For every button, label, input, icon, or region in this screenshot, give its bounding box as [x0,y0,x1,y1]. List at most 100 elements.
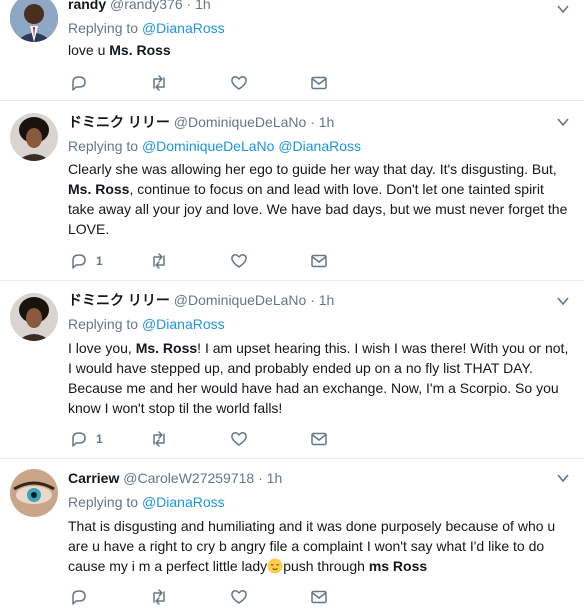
avatar[interactable] [10,469,58,517]
like-button[interactable] [230,587,248,607]
tweet-text-part: I love you, [68,340,136,356]
tweet-dominique-1[interactable]: ドミニク リリー @DominiqueDeLaNo · 1h Replying … [0,101,584,281]
envelope-icon [311,590,327,604]
replying-to: Replying to @DianaRoss [68,315,225,333]
replying-prefix: Replying to [68,316,139,332]
timestamp[interactable]: 1h [267,470,283,486]
replying-prefix: Replying to [68,20,139,36]
chevron-down-icon[interactable] [556,115,570,129]
separator-dot: · [310,114,315,130]
timestamp[interactable]: 1h [319,292,335,308]
tweet-actions: 1 [68,251,548,271]
retweet-button[interactable] [150,73,168,93]
replying-to-link[interactable]: @DianaRoss [142,494,225,510]
envelope-icon [311,76,327,90]
relieved-face-emoji [267,558,283,574]
reply-icon [72,76,86,91]
display-name[interactable]: randy [68,0,106,12]
like-button[interactable] [230,73,248,93]
avatar[interactable] [10,293,58,341]
retweet-button[interactable] [150,251,168,271]
tweet-header: randy @randy376 · 1h [68,0,211,13]
user-handle[interactable]: @randy376 [110,0,183,12]
avatar-photo [10,469,58,517]
reply-count: 1 [96,254,103,268]
heart-icon [231,432,247,446]
chevron-down-icon[interactable] [556,2,570,16]
retweet-icon [153,589,165,605]
direct-message-button[interactable] [310,73,328,93]
reply-icon [72,254,86,269]
avatar-photo [10,0,58,42]
tweet-text-highlight: Ms. Ross [109,42,171,58]
reply-icon [72,590,86,605]
replying-to-link[interactable]: @DianaRoss [142,316,225,332]
tweet-header: ドミニク リリー @DominiqueDeLaNo · 1h [68,113,334,131]
replying-to-link[interactable]: @DianaRoss [142,20,225,36]
retweet-icon [153,431,165,447]
envelope-icon [311,432,327,446]
tweet-text-part: Clearly she was allowing her ego to guid… [68,161,557,177]
avatar[interactable] [10,113,58,161]
tweet-text: I love you, Ms. Ross! I am upset hearing… [68,338,573,418]
tweet-actions [68,587,548,607]
retweet-icon [153,75,165,91]
direct-message-button[interactable] [310,587,328,607]
like-button[interactable] [230,429,248,449]
avatar-photo [10,113,58,161]
retweet-icon [153,253,165,269]
tweet-dominique-2[interactable]: ドミニク リリー @DominiqueDeLaNo · 1h Replying … [0,281,584,459]
tweet-carriew[interactable]: Carriew @CaroleW27259718 · 1h Replying t… [0,459,584,611]
tweet-header: Carriew @CaroleW27259718 · 1h [68,469,282,487]
replying-to: Replying to @DianaRoss [68,19,225,37]
tweet-text-part: , continue to focus on and lead with lov… [68,181,568,237]
heart-icon [231,590,247,604]
tweet-text-highlight: Ms. Ross [68,181,130,197]
reply-icon [72,432,86,447]
timestamp[interactable]: 1h [319,114,335,130]
direct-message-button[interactable] [310,251,328,271]
chevron-down-icon[interactable] [556,471,570,485]
retweet-button[interactable] [150,587,168,607]
tweet-actions [68,73,548,93]
display-name[interactable]: ドミニク リリー [68,114,170,130]
avatar[interactable] [10,0,58,42]
avatar-photo [10,293,58,341]
replying-prefix: Replying to [68,494,139,510]
tweet-text: Clearly she was allowing her ego to guid… [68,159,573,239]
timestamp[interactable]: 1h [195,0,211,12]
tweet-text-part: love u [68,42,110,58]
replying-to-link[interactable]: @DominiqueDeLaNo @DianaRoss [142,138,361,154]
tweet-text-highlight: Ms. Ross [135,340,198,356]
tweet-header: ドミニク リリー @DominiqueDeLaNo · 1h [68,291,334,309]
tweet-text-part: push through [283,558,369,574]
user-handle[interactable]: @DominiqueDeLaNo [174,114,307,130]
tweet-randy[interactable]: randy @randy376 · 1h Replying to @DianaR… [0,0,584,101]
display-name[interactable]: Carriew [68,470,119,486]
separator-dot: · [186,0,192,12]
separator-dot: · [310,292,315,308]
heart-icon [231,76,247,90]
user-handle[interactable]: @DominiqueDeLaNo [174,292,307,308]
replying-to: Replying to @DominiqueDeLaNo @DianaRoss [68,137,361,155]
direct-message-button[interactable] [310,429,328,449]
reply-button[interactable]: 1 [70,251,103,271]
tweet-actions: 1 [68,429,548,449]
tweet-text: love u Ms. Ross [68,40,573,60]
reply-button[interactable] [70,587,96,607]
reply-button[interactable] [70,73,96,93]
replying-to: Replying to @DianaRoss [68,493,225,511]
like-button[interactable] [230,251,248,271]
heart-icon [231,254,247,268]
replying-prefix: Replying to [68,138,139,154]
envelope-icon [311,254,327,268]
user-handle[interactable]: @CaroleW27259718 [123,470,254,486]
retweet-button[interactable] [150,429,168,449]
display-name[interactable]: ドミニク リリー [68,292,170,308]
tweet-text-highlight: ms Ross [368,558,428,574]
chevron-down-icon[interactable] [556,294,570,308]
tweet-text: That is disgusting and humiliating and i… [68,516,573,576]
separator-dot: · [258,470,263,486]
reply-button[interactable]: 1 [70,429,103,449]
reply-count: 1 [96,432,103,446]
